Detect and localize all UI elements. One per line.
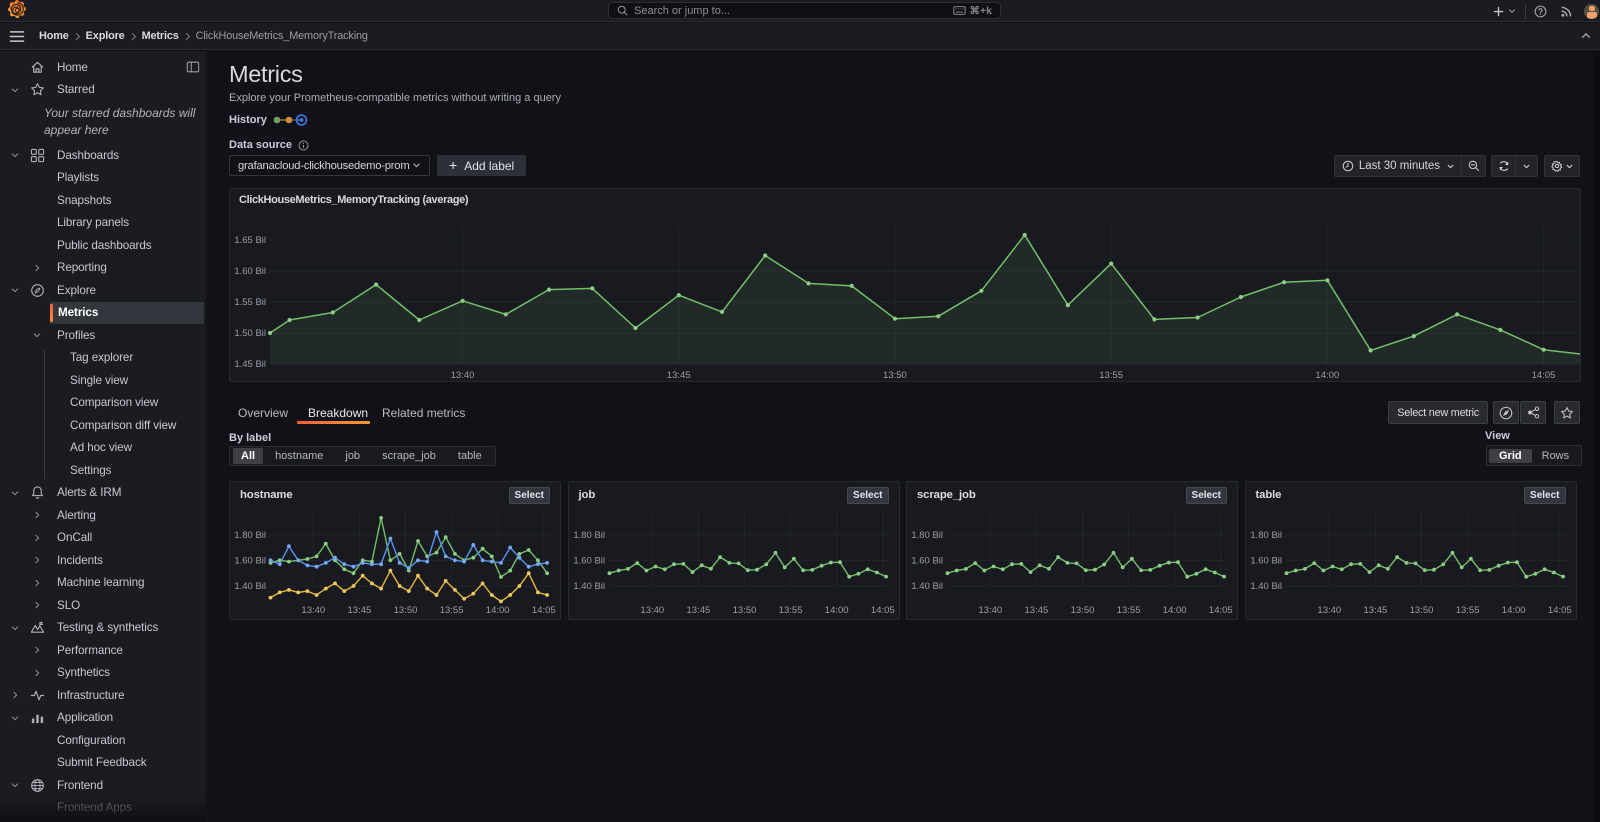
- svg-text:1.55 Bil: 1.55 Bil: [234, 297, 266, 308]
- svg-text:1.80 Bil: 1.80 Bil: [1250, 530, 1282, 541]
- svg-text:14:05: 14:05: [1532, 370, 1556, 381]
- svg-text:1.40 Bil: 1.40 Bil: [911, 581, 943, 592]
- svg-text:13:40: 13:40: [1317, 605, 1341, 616]
- svg-text:1.80 Bil: 1.80 Bil: [911, 530, 943, 541]
- svg-text:1.60 Bil: 1.60 Bil: [234, 556, 266, 567]
- svg-text:1.80 Bil: 1.80 Bil: [573, 530, 605, 541]
- svg-text:13:45: 13:45: [348, 605, 372, 616]
- svg-text:14:00: 14:00: [1315, 370, 1339, 381]
- svg-text:13:50: 13:50: [1409, 605, 1433, 616]
- svg-text:13:40: 13:40: [978, 605, 1002, 616]
- svg-text:1.60 Bil: 1.60 Bil: [234, 266, 266, 277]
- svg-text:13:55: 13:55: [1117, 605, 1141, 616]
- svg-text:13:55: 13:55: [778, 605, 802, 616]
- svg-text:13:50: 13:50: [1071, 605, 1095, 616]
- svg-text:13:45: 13:45: [667, 370, 691, 381]
- svg-text:14:05: 14:05: [1209, 605, 1233, 616]
- svg-text:14:00: 14:00: [824, 605, 848, 616]
- svg-text:14:00: 14:00: [1501, 605, 1525, 616]
- svg-text:1.40 Bil: 1.40 Bil: [1250, 581, 1282, 592]
- svg-text:1.60 Bil: 1.60 Bil: [1250, 556, 1282, 567]
- svg-text:13:55: 13:55: [440, 605, 464, 616]
- svg-text:13:50: 13:50: [732, 605, 756, 616]
- svg-text:14:00: 14:00: [1163, 605, 1187, 616]
- svg-text:13:45: 13:45: [1363, 605, 1387, 616]
- svg-text:13:40: 13:40: [451, 370, 475, 381]
- svg-text:1.60 Bil: 1.60 Bil: [911, 556, 943, 567]
- svg-text:1.60 Bil: 1.60 Bil: [573, 556, 605, 567]
- svg-text:1.40 Bil: 1.40 Bil: [573, 581, 605, 592]
- svg-text:1.40 Bil: 1.40 Bil: [234, 581, 266, 592]
- svg-text:1.45 Bil: 1.45 Bil: [234, 359, 266, 370]
- svg-text:1.50 Bil: 1.50 Bil: [234, 328, 266, 339]
- svg-text:13:45: 13:45: [1025, 605, 1049, 616]
- svg-text:14:05: 14:05: [1547, 605, 1571, 616]
- svg-text:13:45: 13:45: [686, 605, 710, 616]
- svg-text:13:50: 13:50: [883, 370, 907, 381]
- svg-text:13:55: 13:55: [1455, 605, 1479, 616]
- svg-text:14:00: 14:00: [486, 605, 510, 616]
- svg-text:13:55: 13:55: [1099, 370, 1123, 381]
- svg-text:14:05: 14:05: [532, 605, 556, 616]
- svg-text:14:05: 14:05: [870, 605, 894, 616]
- svg-text:1.65 Bil: 1.65 Bil: [234, 235, 266, 246]
- svg-text:13:40: 13:40: [301, 605, 325, 616]
- svg-text:13:40: 13:40: [640, 605, 664, 616]
- svg-text:13:50: 13:50: [394, 605, 418, 616]
- svg-text:1.80 Bil: 1.80 Bil: [234, 530, 266, 541]
